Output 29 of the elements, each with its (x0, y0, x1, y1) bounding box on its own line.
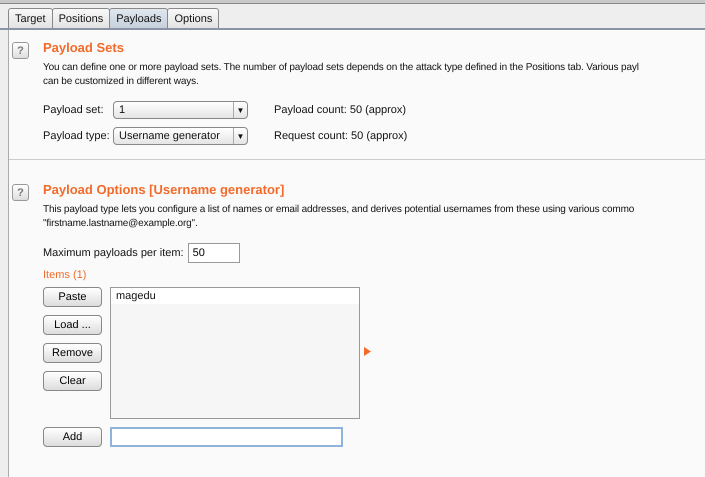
section-description: You can define one or more payload sets. The number of payload sets depends on the attack type defined in the Positions tab. Various payl (43, 61, 640, 75)
tab[interactable]: Positions (52, 8, 110, 28)
field-label: Payload set: (43, 104, 105, 116)
tab[interactable]: Target (8, 8, 53, 28)
add-button[interactable]: Add (43, 427, 102, 447)
tab[interactable]: Payloads (109, 8, 168, 28)
payload-set-dropdown[interactable]: 1 ▼ (113, 101, 248, 119)
max-payloads-field[interactable]: 50 (188, 243, 240, 263)
list-button[interactable]: Paste (43, 287, 102, 307)
help-icon[interactable]: ? (12, 184, 29, 201)
payload-count: Payload count: 50 (approx) (274, 104, 406, 116)
payload-type-dropdown[interactable]: Username generator ▼ (113, 127, 248, 145)
help-icon[interactable]: ? (12, 42, 29, 59)
list-button[interactable]: Remove (43, 343, 102, 363)
field-label: Payload type: (43, 130, 111, 142)
field-label: Maximum payloads per item: (43, 247, 184, 259)
section-description: can be customized in different ways. (43, 75, 200, 89)
tab[interactable]: Options (167, 8, 220, 28)
section-description: This payload type lets you configure a list of names or email addresses, and derives potential usernames from these using various commo (43, 203, 636, 217)
list-button[interactable]: Load ... (43, 315, 102, 335)
triangle-icon[interactable] (364, 347, 371, 356)
section-title: Payload Options [Username generator] (43, 182, 286, 197)
add-item-field[interactable] (110, 427, 343, 447)
list-button[interactable]: Clear (43, 371, 102, 391)
section-description: "firstname.lastname@example.org". (43, 217, 199, 231)
items-label: Items (1) (43, 269, 88, 281)
request-count: Request count: 50 (approx) (274, 130, 408, 142)
list-item[interactable]: magedu (111, 288, 359, 304)
section-title: Payload Sets (43, 40, 125, 55)
